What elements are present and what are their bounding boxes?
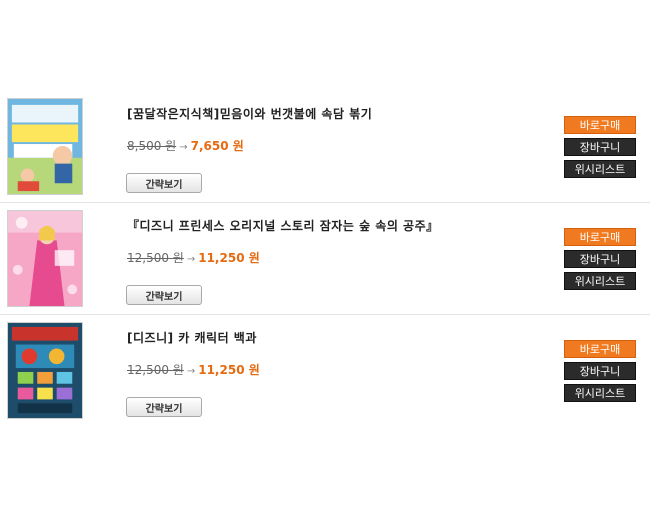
buy-now-button[interactable]: 바로구매 [564, 340, 636, 358]
product-list: [꿈달작은지식책]믿음이와 번갯불에 속담 볶기 8,500 원 → 7,650 원… [0, 91, 650, 426]
quick-view-button[interactable]: 간략보기 [126, 173, 202, 193]
cover-illustration [8, 211, 82, 306]
book-cover-image[interactable] [7, 98, 83, 195]
price-line: 8,500 원 → 7,650 원 [127, 137, 244, 154]
quick-view-button[interactable]: 간략보기 [126, 285, 202, 305]
product-title[interactable]: [꿈달작은지식책]믿음이와 번갯불에 속담 볶기 [127, 105, 372, 122]
original-price: 12,500 원 [127, 363, 184, 377]
sale-price: 11,250 원 [198, 251, 260, 265]
list-item: 『디즈니 프린세스 오리지널 스토리 잠자는 숲 속의 공주』 12,500 원… [0, 203, 650, 315]
arrow-right-icon: → [186, 254, 196, 265]
product-actions: 바로구매 장바구니 위시리스트 [564, 116, 636, 182]
list-item: [꿈달작은지식책]믿음이와 번갯불에 속담 볶기 8,500 원 → 7,650 원… [0, 91, 650, 203]
add-to-wishlist-button[interactable]: 위시리스트 [564, 272, 636, 290]
add-to-wishlist-button[interactable]: 위시리스트 [564, 384, 636, 402]
cover-illustration [8, 323, 82, 418]
sale-price: 7,650 원 [190, 139, 244, 153]
product-actions: 바로구매 장바구니 위시리스트 [564, 228, 636, 294]
buy-now-button[interactable]: 바로구매 [564, 116, 636, 134]
price-line: 12,500 원 → 11,250 원 [127, 361, 260, 378]
add-to-cart-button[interactable]: 장바구니 [564, 250, 636, 268]
add-to-wishlist-button[interactable]: 위시리스트 [564, 160, 636, 178]
product-title[interactable]: 『디즈니 프린세스 오리지널 스토리 잠자는 숲 속의 공주』 [127, 217, 439, 234]
product-title[interactable]: [디즈니] 카 캐릭터 백과 [127, 329, 257, 346]
buy-now-button[interactable]: 바로구매 [564, 228, 636, 246]
arrow-right-icon: → [186, 366, 196, 377]
original-price: 12,500 원 [127, 251, 184, 265]
book-cover-image[interactable] [7, 322, 83, 419]
add-to-cart-button[interactable]: 장바구니 [564, 138, 636, 156]
product-actions: 바로구매 장바구니 위시리스트 [564, 340, 636, 406]
price-line: 12,500 원 → 11,250 원 [127, 249, 260, 266]
original-price: 8,500 원 [127, 139, 177, 153]
cover-illustration [8, 99, 82, 194]
book-cover-image[interactable] [7, 210, 83, 307]
arrow-right-icon: → [179, 142, 188, 153]
list-item: [디즈니] 카 캐릭터 백과 12,500 원 → 11,250 원 간략보기 바로… [0, 315, 650, 426]
add-to-cart-button[interactable]: 장바구니 [564, 362, 636, 380]
sale-price: 11,250 원 [198, 363, 260, 377]
quick-view-button[interactable]: 간략보기 [126, 397, 202, 417]
